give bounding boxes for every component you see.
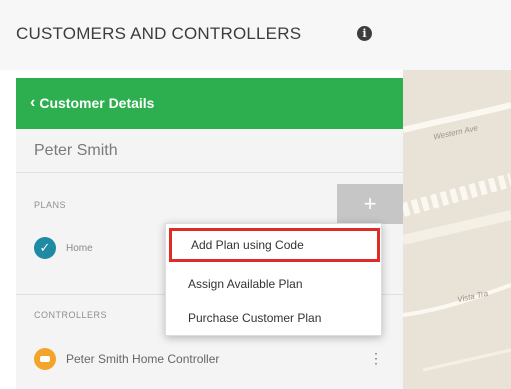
controller-item[interactable]: Peter Smith Home Controller <box>34 348 219 370</box>
divider <box>16 172 403 173</box>
customer-name: Peter Smith <box>34 142 118 159</box>
add-plan-menu: Add Plan using Code Assign Available Pla… <box>165 223 382 336</box>
controller-icon <box>34 348 56 370</box>
more-options-icon[interactable]: ⋮ <box>369 351 383 365</box>
controller-name: Peter Smith Home Controller <box>66 352 220 366</box>
controllers-section-label: CONTROLLERS <box>34 310 108 320</box>
check-icon: ✓ <box>34 237 56 259</box>
info-icon[interactable]: i <box>357 26 372 41</box>
plan-name: Home <box>66 242 93 254</box>
plans-section-label: PLANS <box>34 200 67 210</box>
plan-item[interactable]: ✓ Home <box>34 237 93 259</box>
menu-item-purchase-customer-plan[interactable]: Purchase Customer Plan <box>166 301 383 335</box>
back-label: Customer Details <box>39 95 155 111</box>
page-title: CUSTOMERS AND CONTROLLERS <box>16 24 302 43</box>
map-roads <box>403 102 511 372</box>
panel-header: ‹ Customer Details <box>16 78 403 129</box>
menu-item-add-plan-using-code[interactable]: Add Plan using Code <box>169 228 380 262</box>
page-header: CUSTOMERS AND CONTROLLERS i <box>0 0 511 70</box>
back-button[interactable]: ‹ Customer Details <box>30 94 154 112</box>
map-view[interactable]: Western Ave Vista Tra <box>403 70 511 389</box>
chevron-left-icon: ‹ <box>30 94 36 111</box>
menu-item-assign-available-plan[interactable]: Assign Available Plan <box>166 267 383 301</box>
add-plan-button[interactable]: + <box>337 184 403 224</box>
